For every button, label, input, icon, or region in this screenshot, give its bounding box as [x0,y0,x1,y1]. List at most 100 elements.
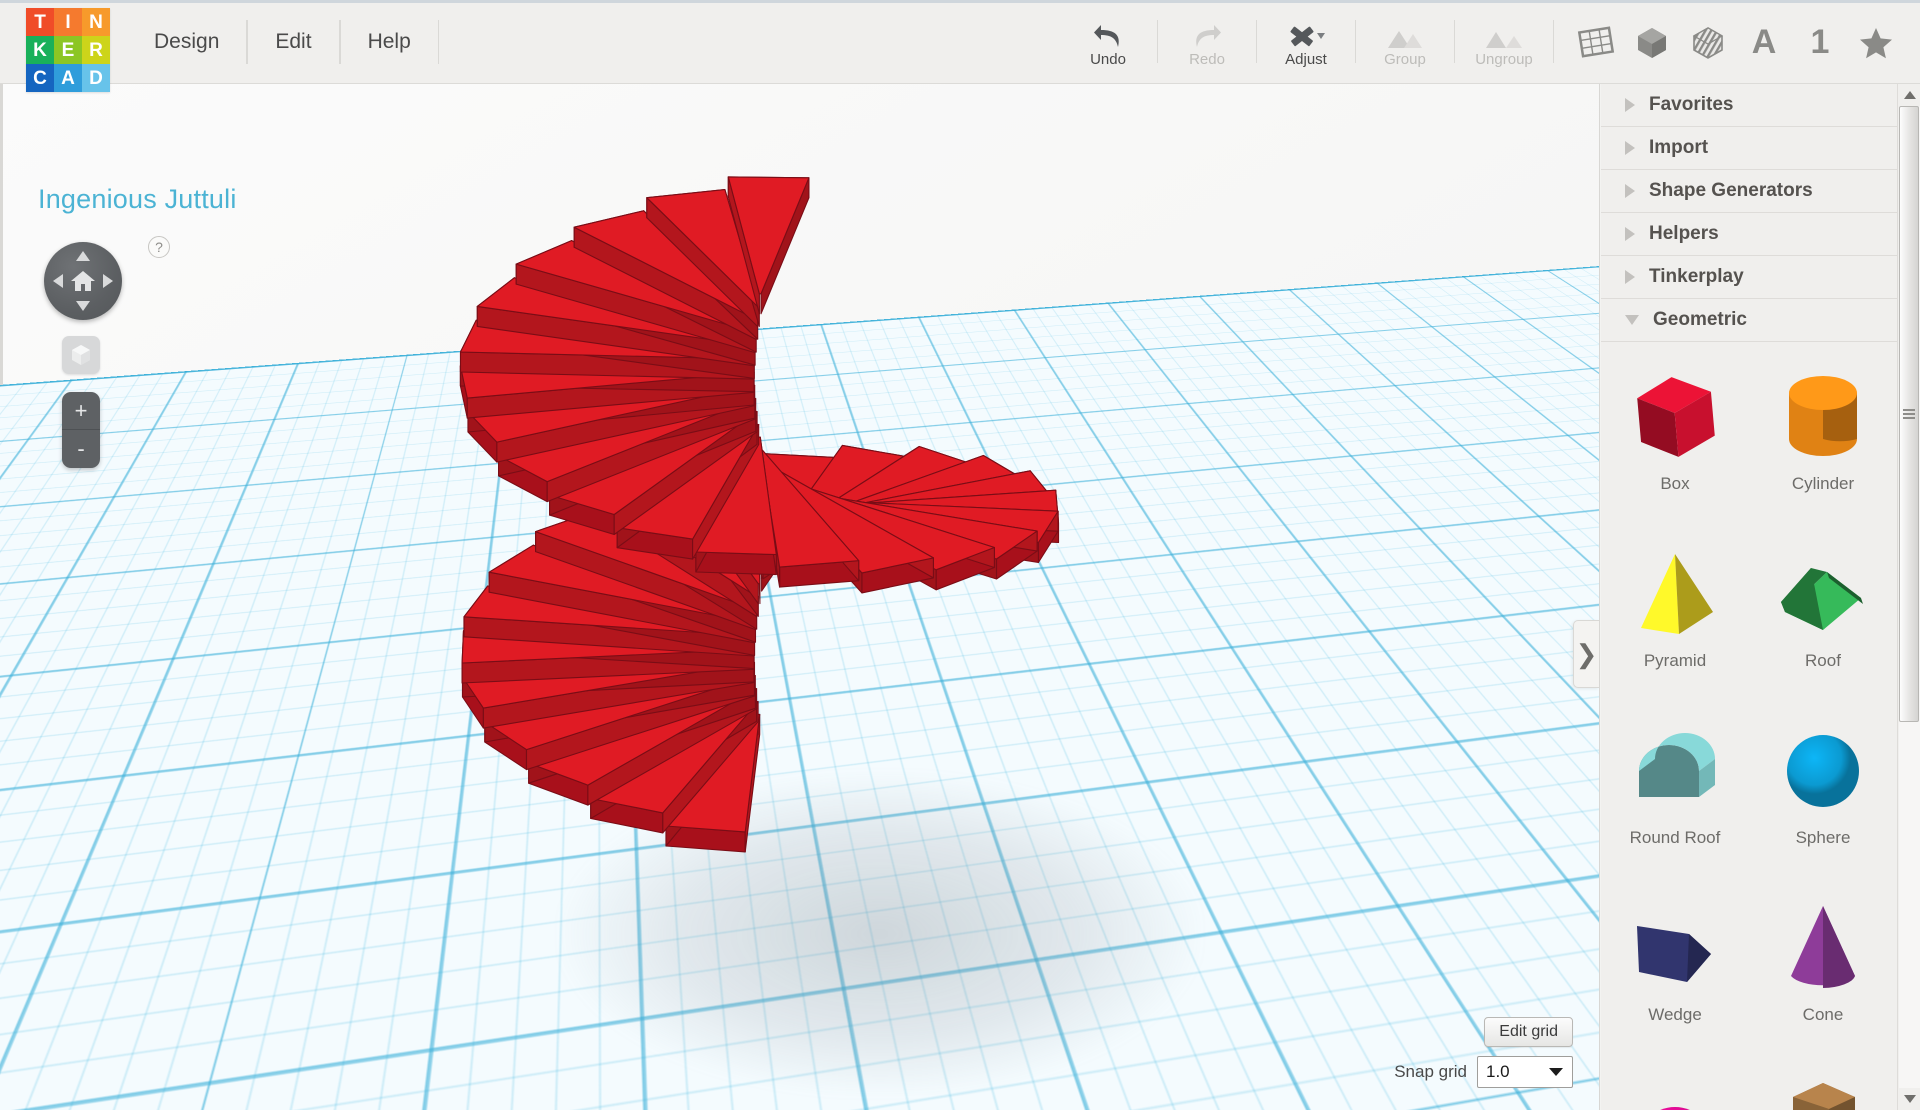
navigation-pad[interactable] [44,242,122,320]
shape-item-roof[interactable]: Roof [1749,525,1897,702]
shape-item-round-roof[interactable]: Round Roof [1601,702,1749,879]
chevron-down-icon [1625,315,1639,325]
adjust-button[interactable]: Adjust [1263,0,1349,83]
shape-item-label: Cone [1803,1005,1844,1025]
favorites-star-icon[interactable] [1850,16,1902,68]
shape-item-hexagonal-prism[interactable]: Hexagonal Prism [1749,1056,1897,1110]
shapes-sidebar: Favorites Import Shape Generators Helpers Ti… [1601,84,1920,1110]
grid-controls: Edit grid Snap grid 1.0 [1394,1017,1573,1088]
ungroup-label: Ungroup [1475,52,1533,67]
shape-grid: Box Cylinder Pyramid Roof Round Roof Sphere We… [1601,342,1897,1110]
logo-cell-e: E [54,36,82,64]
scrollbar-grip-icon [1903,407,1915,421]
tinkercad-app: TINKERCAD Design Edit Help Undo Redo Adj… [0,0,1920,1110]
shape-item-label: Sphere [1796,828,1851,848]
redo-icon [1190,17,1224,51]
tinkercad-logo[interactable]: TINKERCAD [26,8,110,92]
edit-grid-button[interactable]: Edit grid [1484,1017,1573,1047]
nav-right-arrow-icon[interactable] [103,274,113,288]
group-label: Group [1384,52,1426,67]
collapse-panel-button[interactable]: ❯ [1573,620,1599,688]
hole-cube-icon[interactable] [1682,16,1734,68]
shape-thumbnail-icon [1768,893,1878,1003]
shape-item-wedge[interactable]: Wedge [1601,879,1749,1056]
chevron-right-icon [1625,98,1635,112]
help-icon[interactable]: ? [148,236,170,258]
shape-item-half-sphere[interactable]: Half Sphere [1601,1056,1749,1110]
sidebar-section-import[interactable]: Import [1601,127,1897,170]
shape-item-label: Roof [1805,651,1841,671]
page-title[interactable]: Ingenious Juttuli [38,184,237,215]
view-controls: ? + - [44,242,122,320]
shape-thumbnail-icon [1620,1070,1730,1110]
scroll-down-arrow-icon[interactable] [1898,1090,1920,1108]
shape-thumbnail-icon [1620,539,1730,649]
undo-button[interactable]: Undo [1065,0,1151,83]
group-button[interactable]: Group [1362,0,1448,83]
shape-item-pyramid[interactable]: Pyramid [1601,525,1749,702]
zoom-in-button[interactable]: + [62,392,100,430]
sidebar-section-shape-generators[interactable]: Shape Generators [1601,170,1897,213]
sidebar-section-helpers[interactable]: Helpers [1601,213,1897,256]
shape-thumbnail-icon [1768,716,1878,826]
logo-cell-n: N [82,8,110,36]
toolbar-divider [1157,20,1158,63]
menu-item-design[interactable]: Design [126,0,247,83]
chevron-down-icon [1549,1068,1563,1076]
solid-cube-icon[interactable] [1626,16,1678,68]
nav-left-arrow-icon[interactable] [53,274,63,288]
zoom-controls: + - [62,392,100,468]
scroll-up-arrow-icon[interactable] [1898,86,1920,104]
snap-grid-select[interactable]: 1.0 [1477,1056,1573,1088]
logo-cell-k: K [26,36,54,64]
toolbar-divider [1553,20,1554,63]
3d-canvas[interactable]: Ingenious Juttuli ? + - Edit grid Snap g… [0,84,1600,1110]
chevron-right-icon [1625,184,1635,198]
nav-up-arrow-icon[interactable] [76,251,90,261]
text-icon[interactable]: A [1738,16,1790,68]
shape-item-label: Round Roof [1630,828,1721,848]
shape-thumbnail-icon [1768,362,1878,472]
menu-item-edit[interactable]: Edit [247,0,339,83]
ungroup-button[interactable]: Ungroup [1461,0,1547,83]
shape-item-box[interactable]: Box [1601,348,1749,525]
logo-cell-d: D [82,64,110,92]
number-icon[interactable]: 1 [1794,16,1846,68]
redo-button[interactable]: Redo [1164,0,1250,83]
chevron-right-icon [1625,141,1635,155]
adjust-icon [1286,17,1326,51]
sidebar-section-tinkerplay[interactable]: Tinkerplay [1601,256,1897,299]
shape-thumbnail-icon [1768,1070,1878,1110]
shape-item-cylinder[interactable]: Cylinder [1749,348,1897,525]
adjust-label: Adjust [1285,52,1327,67]
icon-button-bar: A1 [1560,0,1920,83]
toolbar: Undo Redo Adjust Group Ungroup A 1 [1065,0,1920,83]
logo-cell-i: I [54,8,82,36]
zoom-out-button[interactable]: - [62,430,100,468]
shape-item-cone[interactable]: Cone [1749,879,1897,1056]
undo-label: Undo [1090,52,1126,67]
sidebar-section-label: Tinkerplay [1649,266,1744,288]
menu-item-help[interactable]: Help [340,0,439,83]
shape-thumbnail-icon [1768,539,1878,649]
sidebar-section-favorites[interactable]: Favorites [1601,84,1897,127]
chevron-right-icon [1625,270,1635,284]
shape-item-sphere[interactable]: Sphere [1749,702,1897,879]
model-shadow [560,774,1200,1094]
home-view-icon[interactable] [70,269,96,293]
sidebar-scrollbar[interactable] [1897,84,1920,1110]
nav-down-arrow-icon[interactable] [76,301,90,311]
workplane-icon[interactable] [1570,16,1622,68]
shape-thumbnail-icon [1620,716,1730,826]
sidebar-content: Favorites Import Shape Generators Helpers Ti… [1601,84,1897,1110]
toolbar-divider [1256,20,1257,63]
snap-grid-value: 1.0 [1486,1062,1510,1082]
app-header: TINKERCAD Design Edit Help Undo Redo Adj… [0,0,1920,84]
snap-grid-row: Snap grid 1.0 [1394,1056,1573,1088]
scrollbar-thumb[interactable] [1899,106,1919,722]
fit-view-button[interactable] [62,336,100,374]
sidebar-section-label: Favorites [1649,94,1733,116]
toolbar-divider [1454,20,1455,63]
sidebar-section-label: Geometric [1653,309,1747,331]
sidebar-section-geometric[interactable]: Geometric [1601,299,1897,342]
